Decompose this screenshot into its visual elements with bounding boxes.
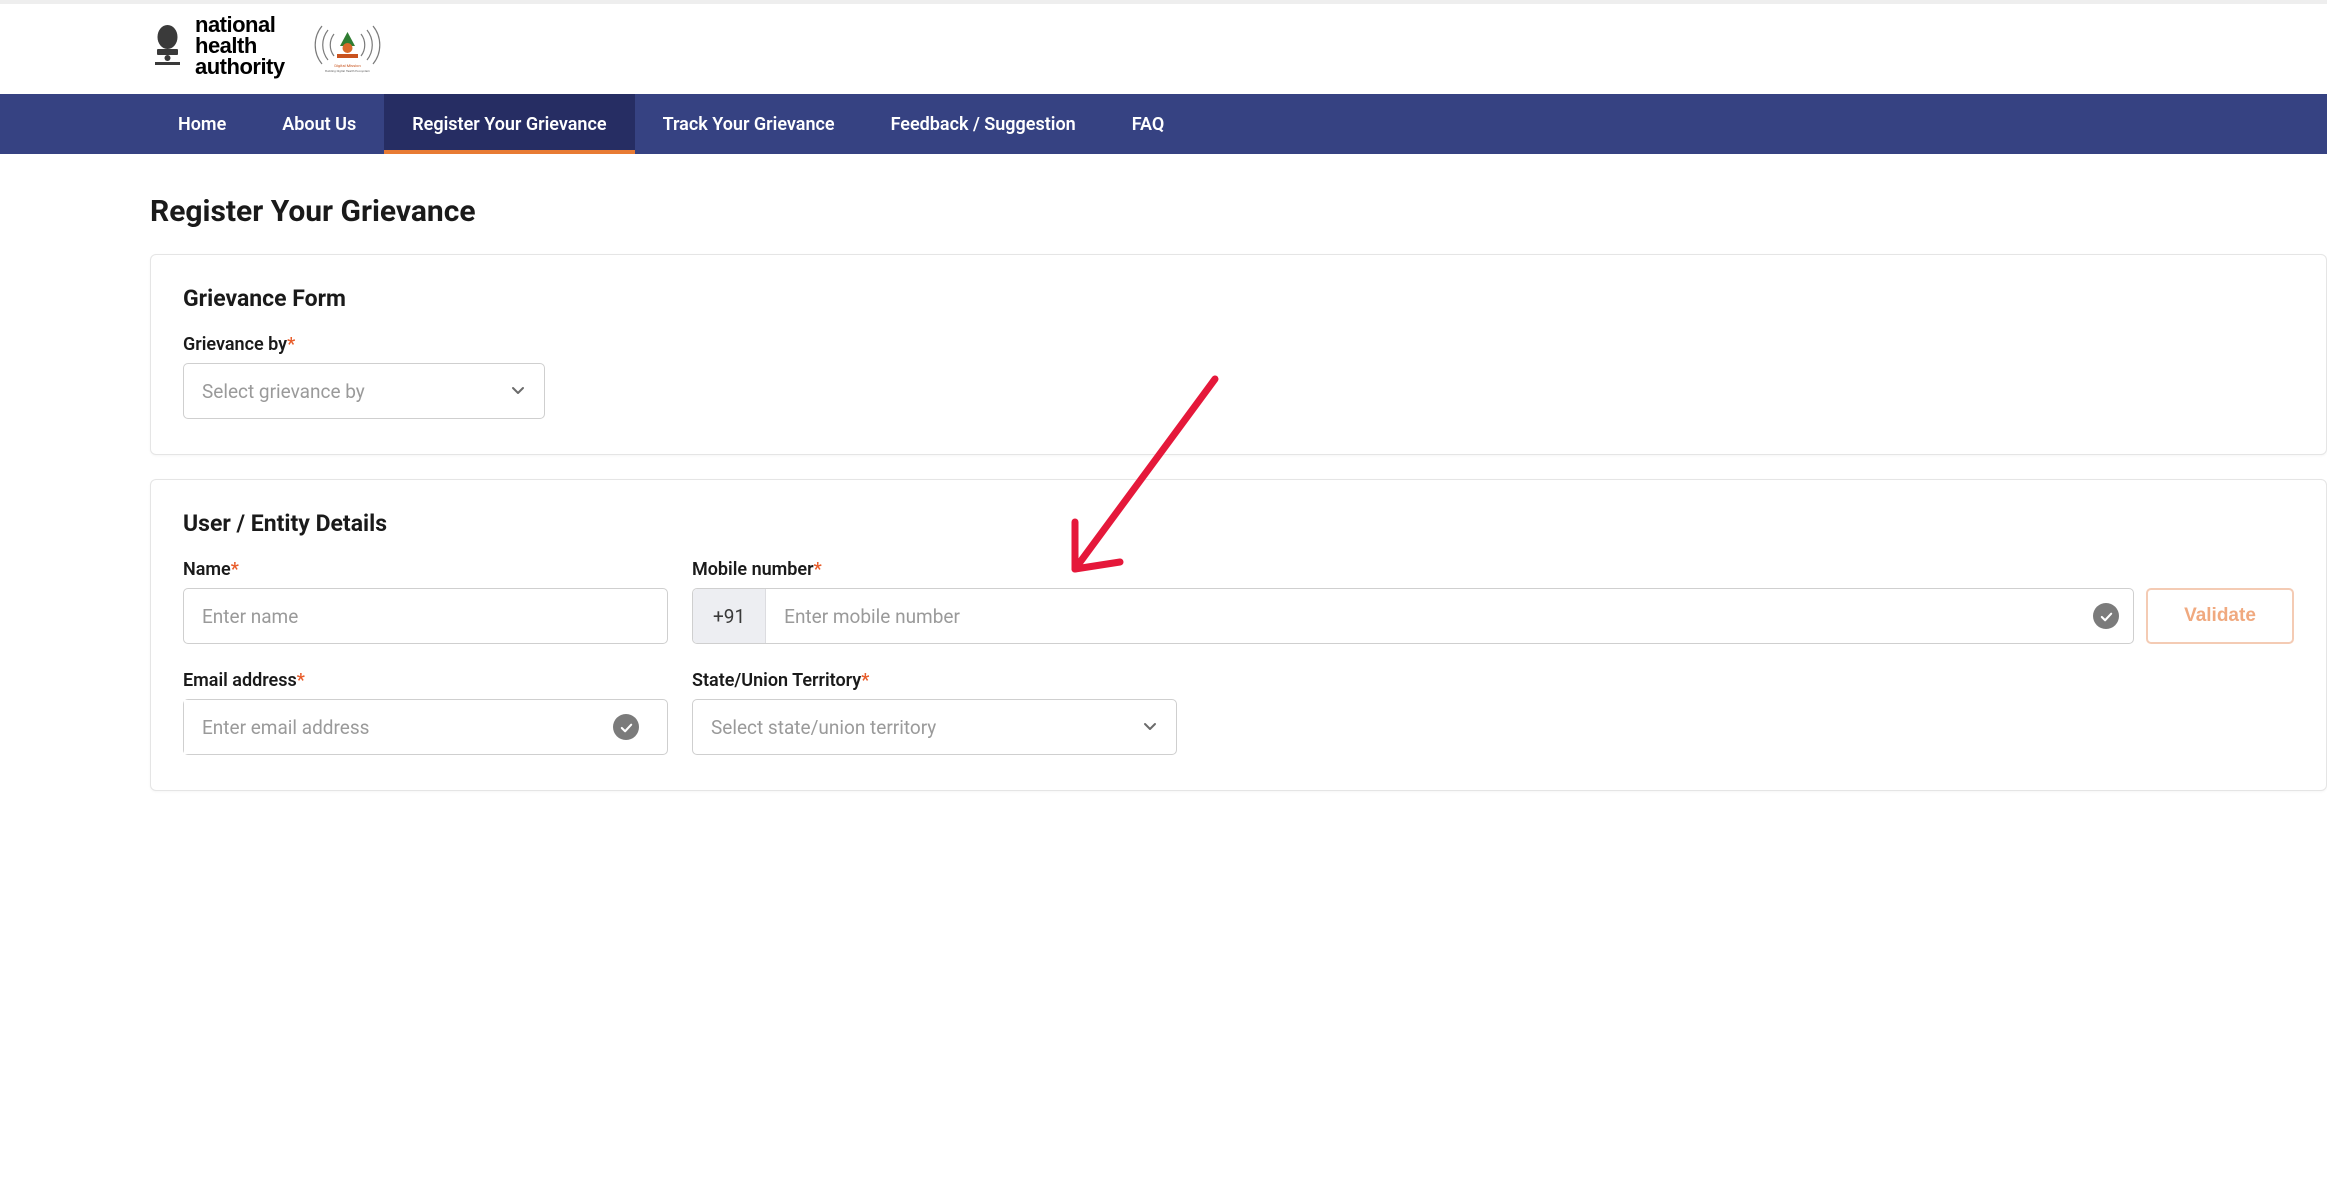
required-asterisk: * — [231, 559, 239, 580]
required-asterisk: * — [297, 670, 305, 691]
grievance-form-card: Grievance Form Grievance by* Select grie… — [150, 254, 2327, 455]
check-circle-icon — [2093, 603, 2119, 629]
nav-label: About Us — [282, 114, 356, 135]
grievance-by-select[interactable]: Select grievance by — [183, 363, 545, 419]
grievance-by-label: Grievance by* — [183, 334, 2294, 355]
select-placeholder: Select state/union territory — [711, 716, 936, 739]
select-placeholder: Select grievance by — [202, 380, 365, 403]
svg-text:Digital Mission: Digital Mission — [334, 63, 360, 68]
label-text: Name — [183, 559, 231, 580]
org-line-3: authority — [195, 57, 285, 78]
nav-label: Feedback / Suggestion — [891, 114, 1076, 135]
check-circle-icon — [613, 714, 639, 740]
chevron-down-icon — [510, 380, 526, 403]
email-input[interactable] — [184, 700, 613, 754]
india-emblem-logo — [150, 19, 185, 74]
mobile-input-group: +91 — [692, 588, 2134, 644]
required-asterisk: * — [287, 334, 295, 355]
name-input[interactable] — [183, 588, 668, 644]
label-text: Email address — [183, 670, 297, 691]
user-details-card: User / Entity Details Name* Mobile numbe… — [150, 479, 2327, 791]
email-label: Email address* — [183, 670, 668, 691]
email-input-group — [183, 699, 668, 755]
nav-feedback[interactable]: Feedback / Suggestion — [863, 94, 1104, 154]
name-label: Name* — [183, 559, 668, 580]
header-bar: national health authority — [0, 4, 2327, 94]
nav-label: Register Your Grievance — [412, 114, 606, 135]
mobile-input[interactable] — [766, 589, 2093, 643]
nav-label: FAQ — [1132, 114, 1165, 135]
country-code: +91 — [693, 589, 766, 643]
button-label: Validate — [2184, 605, 2256, 627]
nav-register-grievance[interactable]: Register Your Grievance — [384, 94, 634, 154]
user-details-title: User / Entity Details — [183, 510, 2294, 537]
page-title: Register Your Grievance — [150, 194, 2327, 229]
required-asterisk: * — [861, 670, 869, 691]
nav-home[interactable]: Home — [150, 94, 254, 154]
main-nav: Home About Us Register Your Grievance Tr… — [0, 94, 2327, 154]
label-text: Grievance by — [183, 334, 287, 355]
validate-button[interactable]: Validate — [2146, 588, 2294, 644]
label-text: Mobile number — [692, 559, 814, 580]
nav-track-grievance[interactable]: Track Your Grievance — [635, 94, 863, 154]
grievance-form-title: Grievance Form — [183, 285, 2294, 312]
svg-text:Building Digital Health Ecosys: Building Digital Health Ecosystem — [325, 69, 370, 73]
state-label: State/Union Territory* — [692, 670, 1177, 691]
nav-faq[interactable]: FAQ — [1104, 94, 1193, 154]
nha-wordmark: national health authority — [195, 15, 285, 78]
digital-mission-logo: Digital Mission Building Digital Health … — [310, 14, 385, 79]
state-select[interactable]: Select state/union territory — [692, 699, 1177, 755]
mobile-label: Mobile number* — [692, 559, 2294, 580]
nav-label: Track Your Grievance — [663, 114, 835, 135]
nav-about-us[interactable]: About Us — [254, 94, 384, 154]
nav-label: Home — [178, 114, 226, 135]
required-asterisk: * — [814, 559, 822, 580]
label-text: State/Union Territory — [692, 670, 861, 691]
chevron-down-icon — [1142, 716, 1158, 739]
